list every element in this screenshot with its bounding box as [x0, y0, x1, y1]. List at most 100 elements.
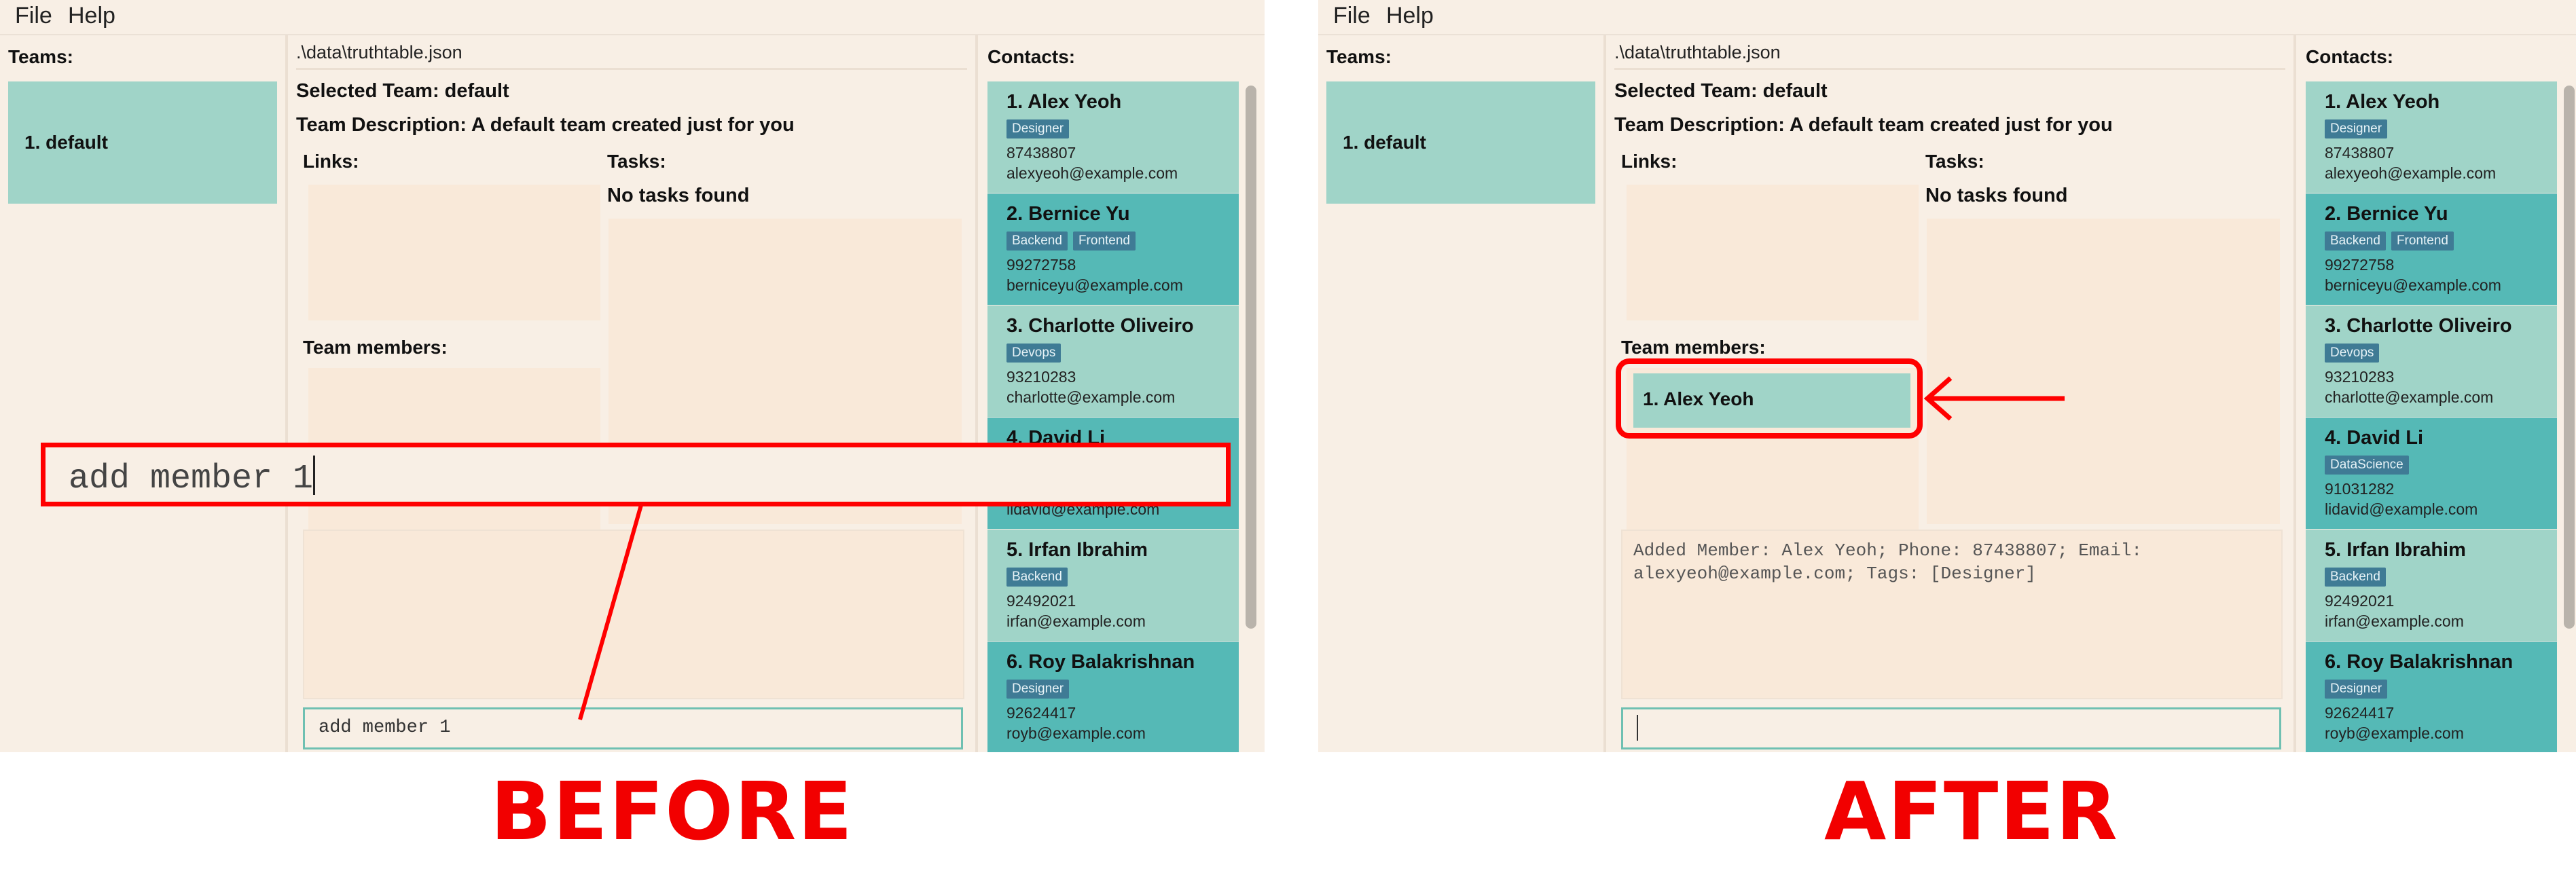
contact-phone: 99272758 [2325, 256, 2395, 274]
contact-email: charlotte@example.com [2325, 388, 2494, 406]
contact-name: 1. Alex Yeoh [2325, 91, 2440, 113]
tag-badge: Designer [2325, 119, 2388, 138]
contact-email: lidavid@example.com [2325, 500, 2478, 518]
contact-email: berniceyu@example.com [2325, 276, 2501, 294]
result-display: Added Member: Alex Yeoh; Phone: 87438807… [1621, 530, 2283, 699]
menu-help[interactable]: Help [68, 3, 115, 29]
tasks-list[interactable] [1927, 219, 2280, 524]
team-details-panel: .\data\truthtable.json Selected Team: de… [1606, 35, 2291, 752]
contact-tags: Designer [1006, 680, 1074, 700]
contact-card[interactable]: 6. Roy Balakrishnan Designer 92624417 royb@… [2306, 642, 2557, 752]
contact-card[interactable]: 5. Irfan Ibrahim Backend 92492021 irfan@exa… [987, 530, 1239, 641]
no-tasks-label: No tasks found [1925, 185, 2068, 206]
contacts-panel: Contacts: 1. Alex Yeoh Designer 87438807 al… [2293, 35, 2576, 752]
team-description: Team Description: A default team created… [1614, 114, 2113, 136]
contact-name: 6. Roy Balakrishnan [1006, 651, 1195, 673]
tag-badge: Frontend [1072, 231, 1136, 251]
contact-email: alexyeoh@example.com [1006, 164, 1178, 182]
contact-email: charlotte@example.com [1006, 388, 1176, 406]
contact-email: royb@example.com [2325, 724, 2464, 742]
team-card-default[interactable]: 1. default [1326, 81, 1595, 204]
contact-phone: 92624417 [1006, 704, 1076, 722]
tag-badge: Frontend [2391, 231, 2454, 251]
contact-tags: Backend Frontend [2325, 231, 2459, 252]
contacts-title: Contacts: [2306, 46, 2394, 67]
tag-badge: Backend [1006, 568, 1068, 587]
contact-tags: Devops [2325, 344, 2384, 364]
team-name: 1. default [24, 132, 108, 153]
team-card-default[interactable]: 1. default [8, 81, 277, 204]
selected-team: Selected Team: default [296, 80, 509, 102]
contact-email: alexyeoh@example.com [2325, 164, 2497, 182]
teams-title: Teams: [1326, 46, 1392, 67]
no-tasks-label: No tasks found [607, 185, 750, 206]
contact-card[interactable]: 1. Alex Yeoh Designer 87438807 alexyeoh@exa… [2306, 81, 2557, 193]
contact-email: berniceyu@example.com [1006, 276, 1183, 294]
before-window: File Help Teams: 1. default .\data\truth… [0, 0, 1265, 752]
team-description: Team Description: A default team created… [296, 114, 795, 136]
result-display [303, 530, 964, 699]
teams-title: Teams: [8, 46, 73, 67]
command-input[interactable] [1621, 707, 2281, 749]
contact-card[interactable]: 2. Bernice Yu Backend Frontend 99272758 bern… [987, 193, 1239, 305]
file-path: .\data\truthtable.json [296, 42, 462, 62]
contact-phone: 87438807 [1006, 144, 1076, 162]
contact-phone: 92492021 [1006, 592, 1076, 610]
contact-card[interactable]: 4. David Li DataScience 91031282 lidavid@ex… [2306, 418, 2557, 529]
contact-name: 5. Irfan Ibrahim [2325, 539, 2466, 561]
contact-name: 2. Bernice Yu [1006, 203, 1130, 225]
teams-panel: Teams: 1. default [0, 35, 288, 752]
links-list[interactable] [1627, 185, 1919, 320]
contact-card[interactable]: 6. Roy Balakrishnan Designer 92624417 royb@… [987, 642, 1239, 752]
contact-card[interactable]: 2. Bernice Yu Backend Frontend 99272758 bern… [2306, 193, 2557, 305]
contacts-scrollbar[interactable] [1246, 86, 1256, 629]
menu-help[interactable]: Help [1386, 3, 1434, 29]
links-list[interactable] [308, 185, 600, 320]
menu-bar: File Help [1318, 0, 2576, 35]
tag-badge: Designer [1006, 680, 1070, 699]
contact-name: 3. Charlotte Oliveiro [1006, 315, 1194, 337]
callout-caret [313, 456, 315, 495]
contact-card[interactable]: 1. Alex Yeoh Designer 87438807 alexyeoh@exa… [987, 81, 1239, 193]
contacts-scrollbar[interactable] [2564, 86, 2575, 629]
menu-file[interactable]: File [1333, 3, 1371, 29]
contact-phone: 92624417 [2325, 704, 2395, 722]
after-window: File Help Teams: 1. default .\data\truth… [1318, 0, 2576, 752]
selected-team: Selected Team: default [1614, 80, 1828, 102]
tag-badge: DataScience [2325, 456, 2409, 475]
contact-tags: Designer [2325, 680, 2393, 700]
contact-tags: DataScience [2325, 456, 2414, 476]
contact-card[interactable]: 5. Irfan Ibrahim Backend 92492021 irfan@exa… [2306, 530, 2557, 641]
tag-badge: Backend [2325, 568, 2386, 587]
contact-tags: Backend [2325, 568, 2391, 588]
contact-phone: 93210283 [2325, 368, 2395, 386]
contact-name: 3. Charlotte Oliveiro [2325, 315, 2512, 337]
contacts-title: Contacts: [987, 46, 1076, 67]
tag-badge: Devops [2325, 344, 2380, 363]
member-name: 1. Alex Yeoh [1643, 388, 1754, 409]
menu-file[interactable]: File [15, 3, 52, 29]
contact-card[interactable]: 3. Charlotte Oliveiro Devops 93210283 charl… [2306, 305, 2557, 417]
divider [1614, 68, 2285, 70]
divider [296, 68, 967, 70]
callout-command-text: add member 1 [69, 460, 314, 498]
contact-name: 6. Roy Balakrishnan [2325, 651, 2514, 673]
team-details-panel: .\data\truthtable.json Selected Team: de… [288, 35, 973, 752]
command-callout: add member 1 [41, 443, 1231, 506]
command-text: add member 1 [319, 718, 451, 738]
text-caret [1637, 715, 1638, 741]
contact-phone: 93210283 [1006, 368, 1076, 386]
tag-badge: Devops [1006, 344, 1062, 363]
member-card[interactable]: 1. Alex Yeoh [1633, 373, 1910, 428]
contact-email: royb@example.com [1006, 724, 1146, 742]
contact-card[interactable]: 3. Charlotte Oliveiro Devops 93210283 charl… [987, 305, 1239, 417]
contact-name: 4. David Li [2325, 427, 2424, 449]
command-input[interactable]: add member 1 [303, 707, 963, 749]
contact-phone: 87438807 [2325, 144, 2395, 162]
links-title: Links: [1621, 151, 1677, 172]
teams-panel: Teams: 1. default [1318, 35, 1606, 752]
members-title: Team members: [303, 337, 448, 358]
links-title: Links: [303, 151, 359, 172]
contact-tags: Backend Frontend [1006, 231, 1141, 252]
contact-tags: Backend [1006, 568, 1073, 588]
